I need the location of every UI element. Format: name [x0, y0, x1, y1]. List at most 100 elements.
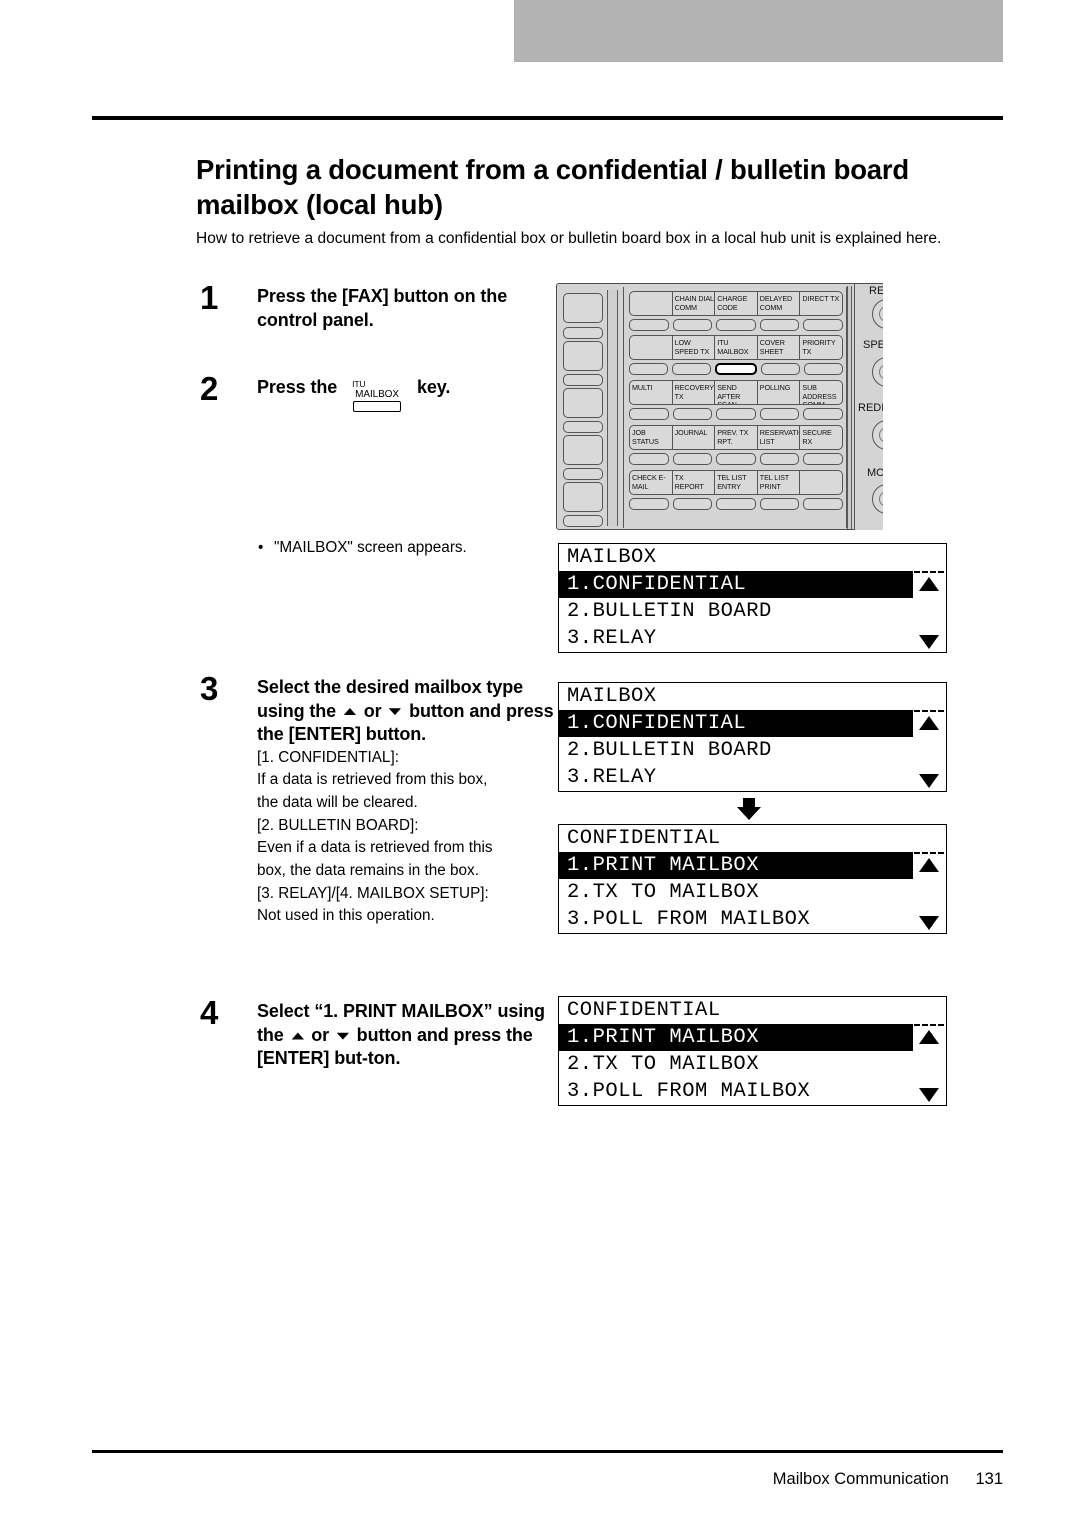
- step-1: 1 Press the [FAX] button on the control …: [200, 281, 560, 332]
- one-touch-key[interactable]: [563, 341, 603, 371]
- one-touch-key[interactable]: [563, 468, 603, 480]
- function-key[interactable]: [716, 453, 756, 465]
- redial-dial[interactable]: [872, 420, 883, 450]
- step-3-heading: Select the desired mailbox type using th…: [257, 676, 560, 747]
- itu-mailbox-key-icon: ITU MAILBOX: [348, 380, 406, 412]
- step-2-number: 2: [200, 370, 219, 407]
- speed-dial[interactable]: [872, 357, 883, 387]
- itu-mailbox-function-key[interactable]: [715, 363, 757, 375]
- function-key[interactable]: [803, 453, 843, 465]
- key-label: CHECK E-MAIL: [632, 473, 666, 491]
- step-4-heading-or: or: [311, 1024, 330, 1045]
- one-touch-key[interactable]: [563, 482, 603, 512]
- page-number: 131: [975, 1470, 1003, 1488]
- step-2-heading-prefix: Press the: [257, 377, 338, 397]
- function-key[interactable]: [629, 453, 669, 465]
- lcd-item-selected[interactable]: 1.PRINT MAILBOX: [559, 852, 913, 879]
- function-key[interactable]: [629, 498, 669, 510]
- key-label: [630, 336, 672, 359]
- lcd-item[interactable]: 2.BULLETIN BOARD: [559, 737, 946, 764]
- key-label: TX REPORT: [671, 471, 715, 494]
- key-label: SECURE RX: [799, 426, 842, 449]
- footer: Mailbox Communication 131: [773, 1470, 1003, 1489]
- lcd-item[interactable]: 3.RELAY: [559, 764, 946, 791]
- function-key-button-row: [629, 453, 843, 465]
- control-panel-right-column: RESO SPEED REDIAL MODE: [854, 284, 883, 530]
- lcd-item-selected[interactable]: 1.PRINT MAILBOX: [559, 1024, 913, 1051]
- function-key[interactable]: [759, 453, 800, 465]
- function-key-label-row: CHAIN DIAL COMM CHARGE CODE DELAYED COMM…: [629, 291, 843, 316]
- function-key[interactable]: [629, 363, 669, 375]
- lcd-item[interactable]: 3.POLL FROM MAILBOX: [559, 906, 946, 933]
- function-key[interactable]: [672, 498, 713, 510]
- one-touch-key[interactable]: [563, 435, 603, 465]
- key-label: RESERVATION LIST: [756, 426, 799, 449]
- key-label: RECOVERY TX: [671, 381, 715, 404]
- right-column-label-mode: MODE: [867, 467, 883, 479]
- one-touch-key[interactable]: [563, 293, 603, 323]
- one-touch-key[interactable]: [563, 421, 603, 433]
- scroll-up-arrow-icon[interactable]: [919, 858, 939, 872]
- step-3: 3 Select the desired mailbox type using …: [200, 672, 560, 929]
- function-key[interactable]: [629, 408, 669, 420]
- scroll-dash-icon: [914, 852, 944, 854]
- function-key[interactable]: [716, 408, 756, 420]
- step-3-body-line: the data will be cleared.: [257, 793, 418, 811]
- lcd-header: MAILBOX: [567, 685, 657, 708]
- lcd-item-selected[interactable]: 1.CONFIDENTIAL: [559, 571, 913, 598]
- function-key-button-row: [629, 319, 843, 331]
- step-3-body-line: box, the data remains in the box.: [257, 862, 479, 880]
- function-key[interactable]: [759, 498, 800, 510]
- one-touch-key[interactable]: [563, 374, 603, 386]
- function-key[interactable]: [803, 498, 843, 510]
- intro-paragraph: How to retrieve a document from a confid…: [196, 229, 942, 247]
- step-3-body: [1. CONFIDENTIAL]: If a data is retrieve…: [257, 747, 560, 929]
- up-arrow-icon: ▲: [339, 703, 361, 718]
- function-key[interactable]: [672, 408, 713, 420]
- step-3-body-line: [1. CONFIDENTIAL]:: [257, 748, 399, 766]
- function-key[interactable]: [803, 408, 843, 420]
- mode-dial[interactable]: [872, 484, 883, 514]
- resolution-dial[interactable]: [872, 299, 883, 329]
- function-key-label-row: CHECK E-MAIL TX REPORT TEL LIST ENTRY TE…: [629, 470, 843, 495]
- footer-divider-rule: [92, 1450, 1003, 1453]
- function-key[interactable]: [759, 408, 800, 420]
- function-key[interactable]: [672, 319, 713, 331]
- function-key[interactable]: [759, 319, 800, 331]
- function-key[interactable]: [716, 319, 756, 331]
- key-label: COVER SHEET: [756, 336, 800, 359]
- scroll-up-arrow-icon[interactable]: [919, 716, 939, 730]
- lcd-item[interactable]: 3.RELAY: [559, 625, 946, 652]
- one-touch-key[interactable]: [563, 327, 603, 339]
- function-key[interactable]: [760, 363, 800, 375]
- scroll-dash-icon: [914, 710, 944, 712]
- bullet-dot-icon: •: [258, 539, 264, 556]
- function-key[interactable]: [716, 498, 756, 510]
- lcd-item-selected[interactable]: 1.CONFIDENTIAL: [559, 710, 913, 737]
- lcd-item[interactable]: 2.BULLETIN BOARD: [559, 598, 946, 625]
- down-arrow-icon: ▼: [332, 1027, 354, 1042]
- lcd-item[interactable]: 2.TX TO MAILBOX: [559, 1051, 946, 1078]
- lcd-screen-confidential-2: CONFIDENTIAL 1.PRINT MAILBOX 2.TX TO MAI…: [558, 996, 947, 1106]
- function-key[interactable]: [672, 453, 713, 465]
- function-key[interactable]: [803, 363, 844, 375]
- function-key[interactable]: [672, 363, 712, 375]
- lcd-screen-mailbox-1: MAILBOX 1.CONFIDENTIAL 2.BULLETIN BOARD …: [558, 543, 947, 653]
- key-label: JOURNAL: [671, 426, 715, 449]
- function-key[interactable]: [803, 319, 843, 331]
- one-touch-key[interactable]: [563, 388, 603, 418]
- scroll-up-arrow-icon[interactable]: [919, 577, 939, 591]
- control-panel-one-touch-column: [561, 289, 608, 527]
- function-key[interactable]: [629, 319, 669, 331]
- one-touch-key[interactable]: [563, 515, 603, 527]
- bullet-note-text: "MAILBOX" screen appears.: [274, 539, 467, 556]
- scroll-up-arrow-icon[interactable]: [919, 1030, 939, 1044]
- key-label: MULTI: [632, 383, 653, 392]
- lcd-item[interactable]: 3.POLL FROM MAILBOX: [559, 1078, 946, 1105]
- right-column-label-redial: REDIAL: [858, 402, 883, 414]
- itu-mailbox-key-label-line1: ITU: [352, 379, 366, 389]
- lcd-item[interactable]: 2.TX TO MAILBOX: [559, 879, 946, 906]
- step-2-heading: Press the ITU MAILBOX key.: [257, 376, 560, 412]
- function-key-button-row: [629, 498, 843, 510]
- step-3-body-line: Even if a data is retrieved from this: [257, 839, 493, 857]
